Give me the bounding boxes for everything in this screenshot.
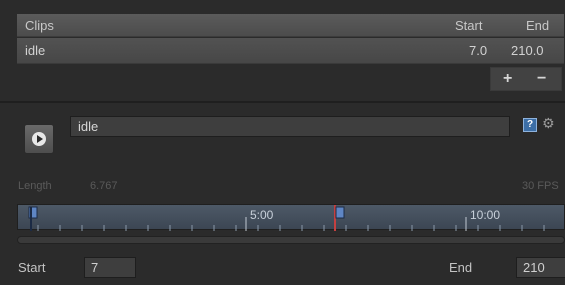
gear-icon[interactable]: ⚙ [542, 115, 555, 132]
clips-column-header: Clips [25, 18, 54, 33]
add-clip-button[interactable]: + [503, 68, 512, 90]
clip-row-end: 210.0 [511, 43, 544, 58]
fps-label: 30 FPS [522, 180, 559, 192]
length-label: Length [18, 180, 52, 192]
play-triangle [37, 135, 43, 143]
tick-label-5-00: 5:00 [250, 208, 274, 222]
clips-table-header: Clips Start End [17, 14, 564, 37]
timeline-track[interactable]: 5:00 10:00 [17, 204, 565, 231]
length-value: 6.767 [90, 180, 118, 192]
start-column-header: Start [455, 18, 483, 33]
current-frame-marker-icon[interactable] [334, 205, 345, 231]
timeline-ruler: 5:00 10:00 [28, 205, 545, 231]
end-column-header: End [526, 18, 550, 33]
clip-row[interactable]: idle 7.0 210.0 [17, 38, 564, 64]
clip-row-name: idle [25, 43, 46, 58]
help-icon[interactable]: ? [523, 118, 537, 132]
start-label: Start [18, 260, 46, 275]
start-frame-input[interactable]: 7 [84, 257, 136, 278]
clip-name-input[interactable]: idle [70, 116, 510, 137]
play-button[interactable] [24, 124, 54, 154]
end-frame-input[interactable]: 210 [516, 257, 565, 278]
remove-clip-button[interactable]: − [537, 68, 546, 90]
section-divider [0, 101, 565, 103]
add-remove-clip-controls: + − [490, 67, 562, 91]
start-marker-icon[interactable] [28, 206, 38, 231]
clip-row-start: 7.0 [469, 43, 488, 58]
end-label: End [449, 260, 473, 275]
tick-label-10-00: 10:00 [470, 208, 500, 222]
timeline-scrollbar[interactable] [17, 236, 565, 244]
